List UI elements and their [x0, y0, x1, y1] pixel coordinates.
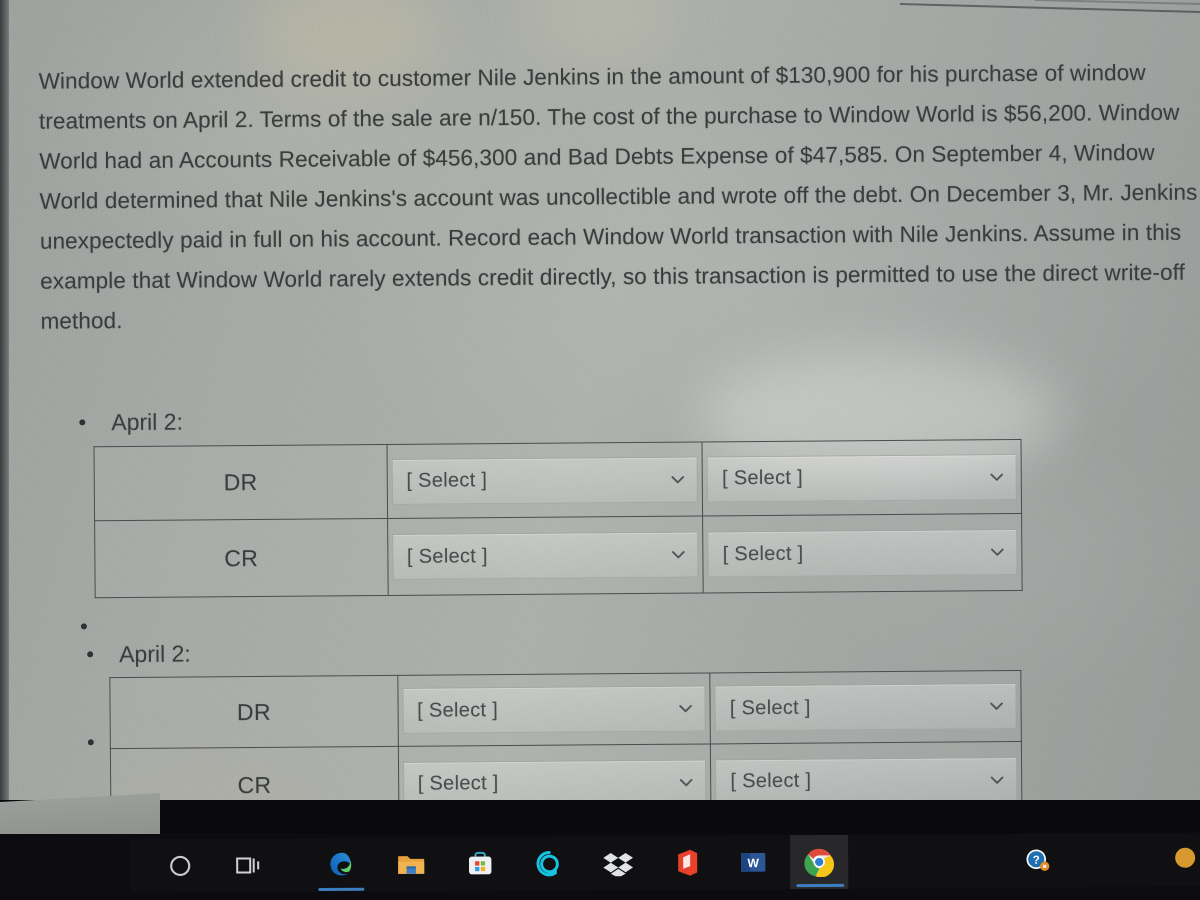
side-label: CR [224, 544, 259, 571]
chrome-icon[interactable] [802, 845, 836, 879]
get-help-icon[interactable]: ? [1020, 844, 1054, 878]
microsoft-store-icon[interactable] [463, 847, 497, 881]
amount-select-dropdown[interactable]: [ Select ] [714, 683, 1017, 732]
side-label: CR [237, 771, 272, 799]
windows-taskbar: W ? [0, 832, 1200, 900]
side-cell-cr: CR [94, 518, 388, 598]
alexa-icon[interactable] [532, 847, 566, 881]
notification-dot[interactable] [1168, 841, 1200, 875]
amount-select-value: [ Select ] [721, 466, 803, 490]
chevron-down-icon [677, 773, 695, 791]
amount-select-dropdown[interactable]: [ Select ] [715, 756, 1018, 805]
account-select-dropdown[interactable]: [ Select ] [402, 685, 707, 734]
side-cell-dr: DR [109, 675, 398, 749]
entry-date-label: April 2: [111, 408, 184, 436]
account-select-dropdown[interactable]: [ Select ] [391, 531, 699, 580]
side-label: DR [223, 468, 258, 496]
journal-entry-1: April 2: DR [ Select ] [Select] CR [S… [79, 400, 1031, 599]
file-explorer-icon[interactable] [394, 847, 428, 881]
monitor-screen: Window World extended credit to customer… [0, 0, 1200, 900]
cortana-icon[interactable] [163, 849, 197, 883]
word-icon[interactable]: W [736, 845, 770, 879]
amount-select-value: [ Select ] [730, 769, 812, 793]
monitor-bezel-left [0, 0, 9, 832]
account-select-cell: [ Select ] [386, 441, 703, 519]
amount-select-dropdown[interactable]: [ Select ] [707, 529, 1018, 578]
task-view-icon[interactable] [231, 848, 265, 882]
question-page: Window World extended credit to customer… [0, 0, 1200, 832]
table-row: DR [ Select ] [ Select] [94, 439, 1022, 521]
chevron-down-icon [988, 771, 1006, 789]
chevron-down-icon [988, 543, 1006, 561]
amount-select-cell: [ Select ] [702, 439, 1022, 516]
chevron-down-icon [988, 697, 1006, 715]
chevron-down-icon [669, 470, 687, 488]
table-row: CR [ Select ] [ Select] [94, 513, 1023, 598]
chevron-down-icon [670, 546, 688, 564]
account-select-value: [ Select ] [417, 698, 499, 722]
chevron-down-icon [677, 700, 695, 718]
amount-select-cell: [ Select ] [710, 670, 1022, 744]
amount-select-value: [ Select ] [729, 696, 811, 719]
dropbox-icon[interactable] [601, 846, 635, 880]
list-bullet [79, 419, 86, 426]
side-cell-dr: DR [94, 444, 388, 521]
account-select-cell: [ Select ] [387, 515, 704, 596]
entry-date-label: April 2: [119, 640, 191, 668]
table-row: DR [ Select ] [ Select] [109, 670, 1022, 749]
chevron-down-icon [988, 468, 1006, 486]
edge-active-indicator [318, 887, 365, 892]
office-icon[interactable] [670, 846, 704, 880]
account-select-cell: [ Select ] [397, 672, 711, 747]
account-select-value: [ Select ] [417, 772, 499, 795]
svg-text:?: ? [1033, 854, 1040, 867]
side-label: DR [236, 698, 271, 725]
journal-entry-2: April 2: DR [ Select ] [Select] CR [S… [87, 632, 1039, 826]
edge-icon[interactable] [325, 848, 359, 882]
amount-select-value: [ Select ] [722, 542, 804, 565]
account-select-value: [ Select ] [406, 544, 488, 568]
account-select-dropdown[interactable]: [ Select ] [391, 456, 699, 505]
account-select-value: [ Select ] [406, 469, 488, 492]
amount-select-cell: [ Select ] [702, 513, 1023, 593]
list-bullet [87, 651, 94, 658]
amount-select-dropdown[interactable]: [ Select ] [706, 453, 1017, 502]
svg-text:W: W [747, 856, 759, 870]
question-text: Window World extended credit to customer… [38, 60, 1198, 334]
chrome-active-indicator [796, 883, 845, 888]
list-bullet [87, 739, 94, 746]
journal-table-1: DR [ Select ] [ Select] CR [Select] [… [93, 438, 1023, 599]
list-bullet [80, 623, 87, 630]
